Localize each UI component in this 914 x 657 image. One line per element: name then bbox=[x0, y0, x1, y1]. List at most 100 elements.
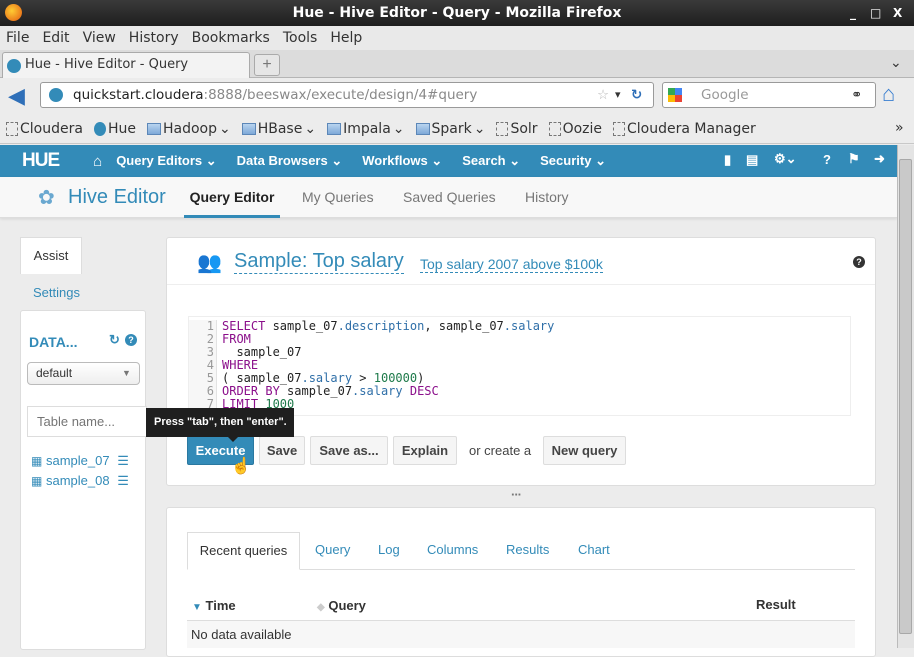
column-header-time[interactable]: ▼ Time bbox=[192, 598, 236, 613]
nav-workflows[interactable]: Workflows ⌄ bbox=[362, 153, 442, 169]
tab-log[interactable]: Log bbox=[378, 531, 400, 569]
bookmark-hadoop[interactable]: Hadoop ⌄ bbox=[146, 120, 231, 137]
resize-handle[interactable]: ··· bbox=[511, 487, 522, 502]
nav-search[interactable]: Search ⌄ bbox=[462, 153, 520, 169]
more-bookmarks-icon[interactable]: » bbox=[895, 120, 904, 136]
app-title[interactable]: Hive Editor bbox=[68, 177, 166, 218]
back-arrow-icon[interactable]: ◀ bbox=[8, 83, 25, 109]
query-name[interactable]: Sample: Top salary bbox=[234, 250, 404, 274]
hand-cursor-icon: ☝ bbox=[231, 458, 251, 475]
settings-tab[interactable]: Settings bbox=[33, 285, 80, 300]
menu-view[interactable]: View bbox=[83, 30, 116, 46]
line-gutter: 1234567 bbox=[189, 320, 217, 415]
reload-icon[interactable]: ↻ bbox=[631, 83, 642, 107]
scrollbar-thumb[interactable] bbox=[899, 159, 912, 634]
nav-query-editors[interactable]: Query Editors ⌄ bbox=[116, 153, 216, 169]
tab-results[interactable]: Results bbox=[506, 531, 549, 569]
bookmark-star-icon[interactable]: ☆ bbox=[597, 83, 609, 107]
list-icon[interactable]: ☰ bbox=[117, 473, 129, 488]
table-item-sample-08[interactable]: ▦ sample_08 ☰ bbox=[31, 473, 129, 489]
help-icon[interactable]: ? bbox=[823, 152, 831, 167]
tab-query[interactable]: Query bbox=[315, 531, 350, 569]
code-token: .salary bbox=[301, 371, 353, 385]
tab-columns[interactable]: Columns bbox=[427, 531, 478, 569]
bookmark-cloudera-manager[interactable]: Cloudera Manager bbox=[613, 121, 756, 137]
menu-history[interactable]: History bbox=[129, 30, 179, 46]
bookmark-hue[interactable]: Hue bbox=[93, 120, 136, 137]
table-icon[interactable]: ▤ bbox=[746, 152, 758, 168]
maximize-button[interactable]: □ bbox=[870, 0, 881, 26]
hive-bee-icon: ✿ bbox=[38, 187, 55, 209]
binoculars-icon[interactable]: ⚭ bbox=[851, 83, 862, 107]
help-icon[interactable]: ? bbox=[853, 256, 865, 268]
bookmark-hbase[interactable]: HBase ⌄ bbox=[241, 121, 316, 137]
subnav-my-queries[interactable]: My Queries bbox=[302, 177, 374, 218]
bookmark-label: Impala bbox=[343, 120, 391, 137]
refresh-icon[interactable]: ↻ bbox=[109, 332, 120, 348]
hue-logo[interactable]: HUE bbox=[22, 150, 60, 172]
tooltip-arrow bbox=[228, 437, 238, 447]
file-icon[interactable]: ▮ bbox=[724, 152, 731, 168]
subnav-query-editor[interactable]: Query Editor bbox=[184, 177, 280, 218]
bookmark-label: Hadoop bbox=[162, 120, 217, 137]
search-input[interactable]: Google ⚭ bbox=[662, 82, 876, 108]
hue-top-nav: HUE ⌂ Query Editors ⌄ Data Browsers ⌄ Wo… bbox=[0, 145, 897, 177]
page-scrollbar[interactable] bbox=[897, 145, 914, 648]
code-token: .salary bbox=[352, 384, 403, 398]
nav-data-browsers[interactable]: Data Browsers ⌄ bbox=[237, 153, 343, 169]
close-button[interactable]: X bbox=[893, 0, 902, 26]
tab-recent-queries[interactable]: Recent queries bbox=[187, 532, 300, 570]
new-tab-button[interactable]: + bbox=[254, 54, 280, 76]
flag-icon[interactable]: ⚑ bbox=[848, 151, 860, 167]
nav-security[interactable]: Security ⌄ bbox=[540, 153, 606, 169]
page-icon bbox=[6, 121, 18, 136]
bookmark-label: Spark bbox=[431, 120, 472, 137]
cogs-icon[interactable]: ⚙⌄ bbox=[774, 151, 797, 167]
column-header-result[interactable]: Result bbox=[756, 597, 796, 612]
save-button[interactable]: Save bbox=[259, 436, 305, 465]
url-dropdown-icon[interactable]: ▾ bbox=[615, 83, 621, 107]
bookmark-solr[interactable]: Solr bbox=[496, 121, 538, 137]
database-label: DATA... bbox=[29, 334, 78, 350]
subnav-history[interactable]: History bbox=[525, 177, 569, 218]
menu-edit[interactable]: Edit bbox=[42, 30, 69, 46]
tab-list-chevron-icon[interactable]: ⌄ bbox=[890, 54, 902, 71]
bookmark-impala[interactable]: Impala ⌄ bbox=[327, 120, 405, 137]
subnav-saved-queries[interactable]: Saved Queries bbox=[403, 177, 496, 218]
table-item-sample-07[interactable]: ▦ sample_07 ☰ bbox=[31, 453, 129, 469]
logout-icon[interactable]: ➜ bbox=[874, 151, 885, 167]
url-bar[interactable]: quickstart.cloudera:8888/beeswax/execute… bbox=[40, 82, 654, 108]
assist-panel: DATA... ↻ ? default ▼ ▦ sample_07 ☰ ▦ sa… bbox=[20, 310, 147, 650]
database-select[interactable]: default ▼ bbox=[27, 362, 140, 385]
url-path: :8888/beeswax/execute/design/4#query bbox=[203, 87, 478, 103]
page-icon bbox=[496, 121, 509, 136]
bookmark-cloudera[interactable]: Cloudera bbox=[6, 121, 83, 137]
bookmark-oozie[interactable]: Oozie bbox=[548, 121, 602, 137]
new-query-button[interactable]: New query bbox=[543, 436, 626, 465]
site-identity-icon bbox=[49, 88, 63, 102]
query-editor-card: 👥 Sample: Top salary Top salary 2007 abo… bbox=[166, 237, 876, 486]
help-icon[interactable]: ? bbox=[125, 334, 137, 346]
list-icon[interactable]: ☰ bbox=[117, 453, 129, 468]
menu-bookmarks[interactable]: Bookmarks bbox=[192, 30, 270, 46]
bookmark-label: Hue bbox=[107, 120, 136, 137]
table-filter-input[interactable] bbox=[27, 406, 147, 437]
explain-button[interactable]: Explain bbox=[393, 436, 457, 465]
tab-chart[interactable]: Chart bbox=[578, 531, 610, 569]
browser-tab[interactable]: Hue - Hive Editor - Query bbox=[2, 52, 250, 78]
menu-help[interactable]: Help bbox=[330, 30, 362, 46]
column-header-query[interactable]: ◆ Query bbox=[317, 598, 366, 613]
home-icon[interactable]: ⌂ bbox=[93, 153, 102, 170]
save-as-button[interactable]: Save as... bbox=[310, 436, 388, 465]
query-description[interactable]: Top salary 2007 above $100k bbox=[420, 256, 603, 273]
menu-tools[interactable]: Tools bbox=[283, 30, 318, 46]
bookmark-spark[interactable]: Spark ⌄ bbox=[415, 120, 485, 137]
app-sub-nav: ✿ Hive Editor Query Editor My Queries Sa… bbox=[0, 177, 897, 218]
page-icon bbox=[613, 121, 626, 136]
minimize-button[interactable]: _ bbox=[850, 0, 856, 26]
menu-file[interactable]: File bbox=[6, 30, 29, 46]
home-icon[interactable]: ⌂ bbox=[882, 81, 895, 107]
code-lines: SELECT sample_07.description, sample_07.… bbox=[222, 320, 554, 411]
assist-tab[interactable]: Assist bbox=[20, 237, 82, 274]
sql-editor[interactable]: 1234567 SELECT sample_07.description, sa… bbox=[188, 316, 851, 416]
